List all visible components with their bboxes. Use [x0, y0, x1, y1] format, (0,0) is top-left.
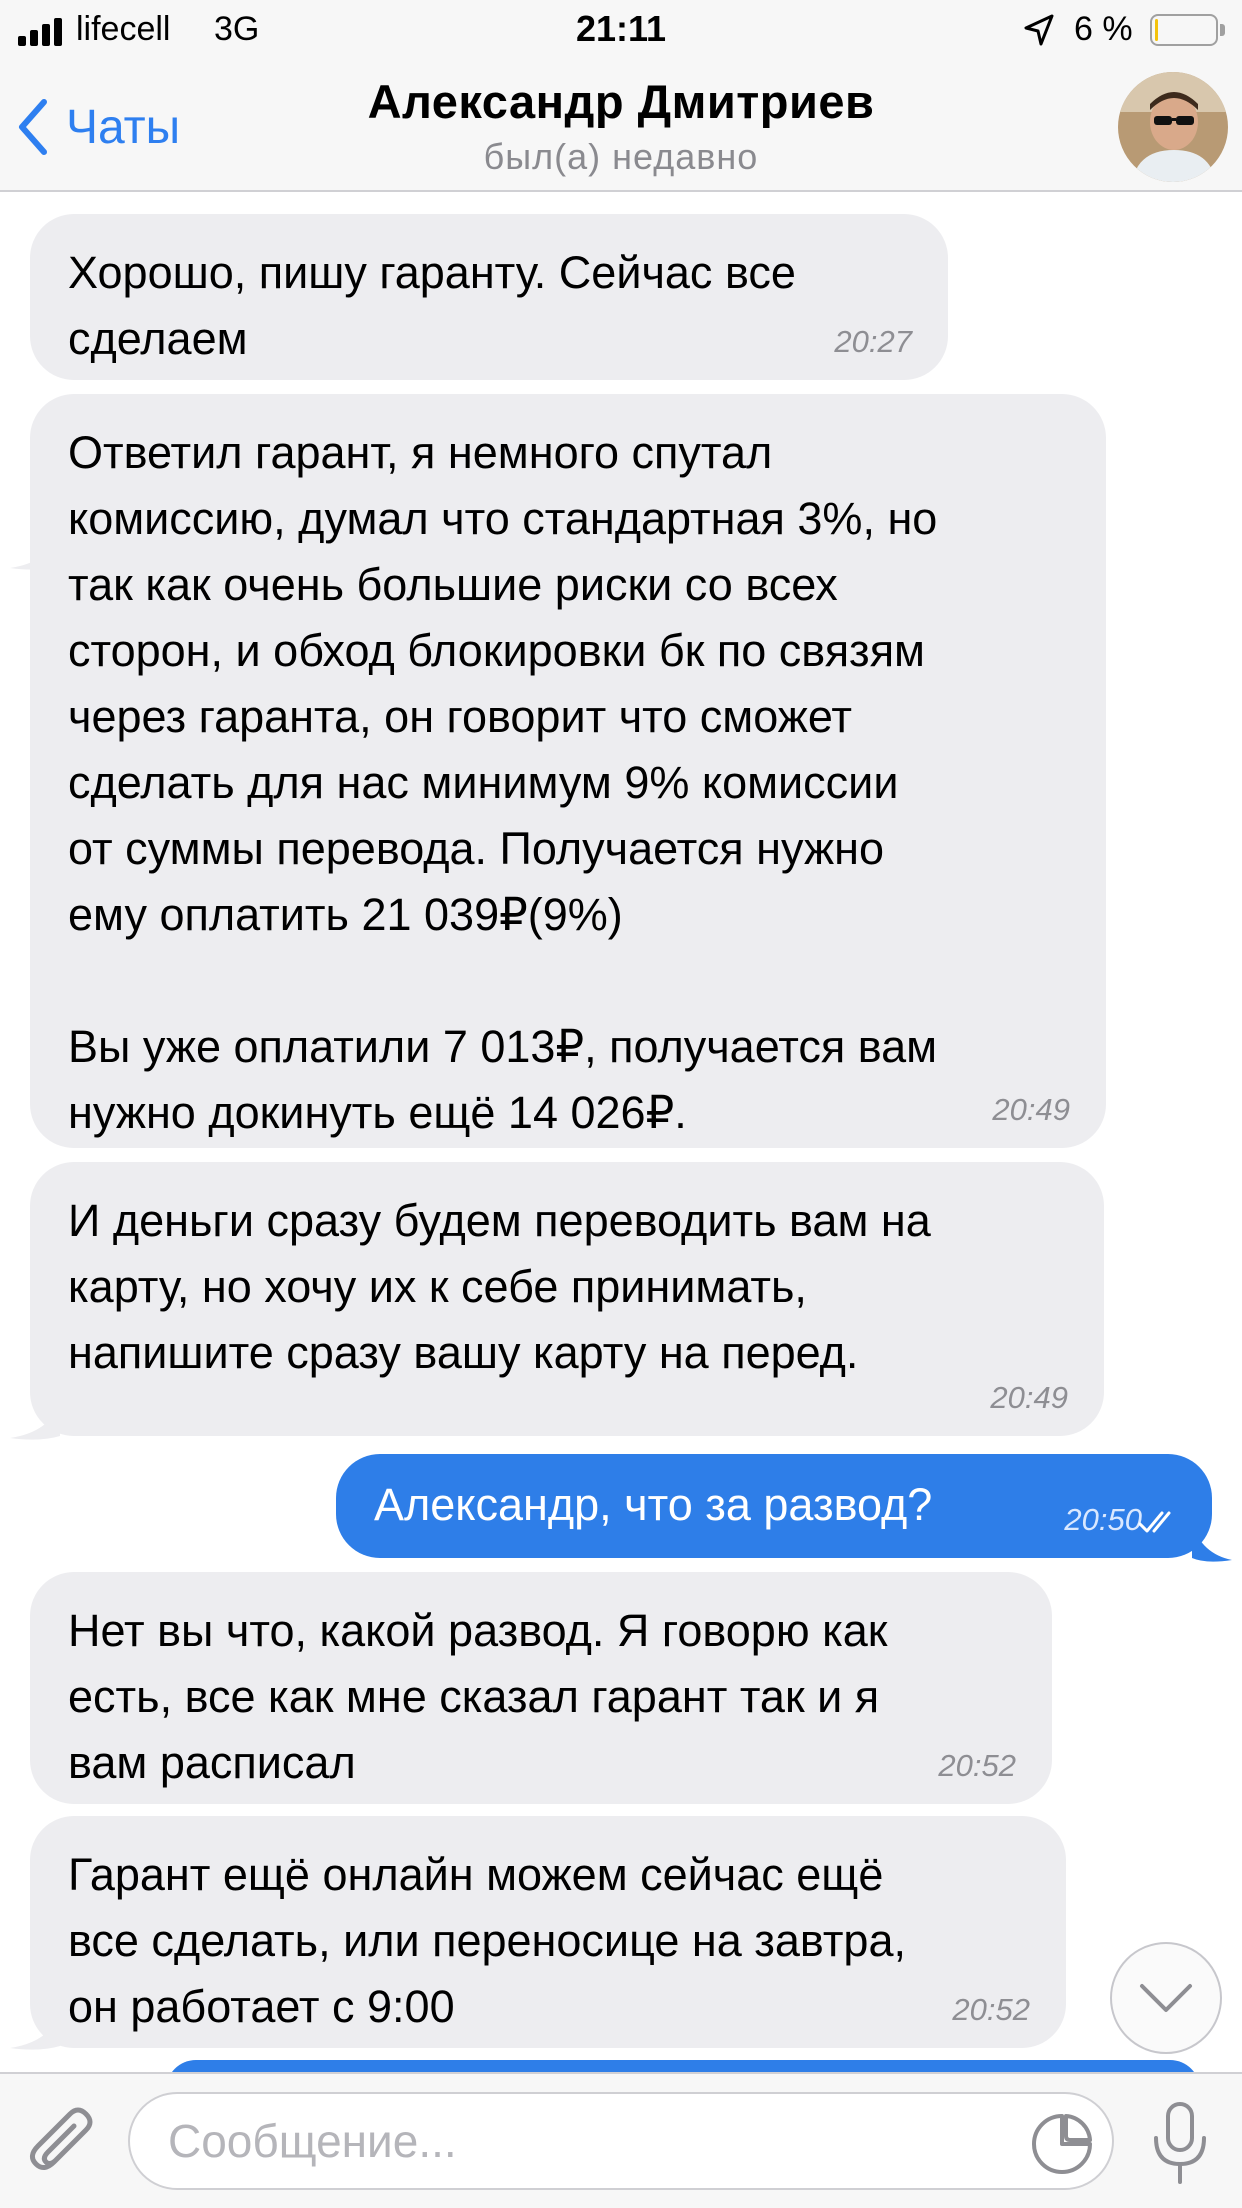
location-arrow-icon — [1024, 14, 1054, 46]
battery-tip — [1220, 24, 1225, 36]
message-text: И деньги сразу будем переводить вам на к… — [68, 1195, 931, 1378]
message-time: 20:49 — [990, 1380, 1068, 1415]
message-time: 20:52 — [938, 1748, 1016, 1783]
message-incoming[interactable]: Нет вы что, какой развод. Я говорю как е… — [30, 1572, 1052, 1804]
message-outgoing-partial[interactable] — [166, 2060, 1200, 2072]
message-time: 20:52 — [952, 1992, 1030, 2027]
chat-title[interactable]: Александр Дмитриев — [0, 74, 1242, 129]
message-incoming[interactable]: Хорошо, пишу гаранту. Сейчас все сделаем… — [30, 214, 948, 380]
bubble-tail — [10, 2012, 60, 2050]
microphone-icon[interactable] — [1148, 2100, 1212, 2186]
paperclip-icon[interactable] — [24, 2104, 104, 2184]
message-incoming[interactable]: Ответил гарант, я немного спутал комисси… — [30, 394, 1106, 1148]
message-list[interactable]: Хорошо, пишу гаранту. Сейчас все сделаем… — [0, 192, 1242, 2072]
message-incoming[interactable]: И деньги сразу будем переводить вам на к… — [30, 1162, 1104, 1436]
battery-percent: 6 % — [1074, 10, 1133, 48]
message-text: Ответил гарант, я немного спутал комисси… — [68, 427, 938, 1138]
battery-icon — [1150, 14, 1218, 46]
chat-header: Чаты Александр Дмитриев был(а) недавно — [0, 62, 1242, 192]
status-bar: lifecell 3G 21:11 6 % — [0, 0, 1242, 62]
scroll-down-button[interactable] — [1110, 1942, 1222, 2054]
chevron-down-icon — [1140, 1984, 1192, 2012]
message-text: Гарант ещё онлайн можем сейчас ещё все с… — [68, 1849, 906, 2032]
battery-level — [1155, 19, 1158, 41]
avatar-photo — [1118, 72, 1228, 182]
bubble-tail — [1192, 1524, 1232, 1562]
message-text: Нет вы что, какой развод. Я говорю как е… — [68, 1605, 888, 1788]
message-time: 20:27 — [834, 324, 912, 359]
avatar[interactable] — [1118, 72, 1228, 182]
sticker-icon[interactable] — [1030, 2112, 1094, 2176]
message-incoming[interactable]: Гарант ещё онлайн можем сейчас ещё все с… — [30, 1816, 1066, 2048]
double-check-icon — [1138, 1511, 1171, 1533]
message-time: 20:49 — [992, 1092, 1070, 1127]
chat-status: был(а) недавно — [483, 136, 759, 177]
message-text: Хорошо, пишу гаранту. Сейчас все сделаем — [68, 247, 796, 364]
clock: 21:11 — [575, 8, 667, 49]
message-text: Александр, что за развод? — [374, 1479, 933, 1530]
composer-bar — [0, 2072, 1242, 2208]
bubble-tail — [10, 1402, 60, 1440]
message-outgoing[interactable]: Александр, что за развод? 20:50 — [336, 1454, 1212, 1558]
message-time: 20:50 — [1064, 1502, 1142, 1537]
message-input[interactable] — [128, 2092, 1114, 2190]
